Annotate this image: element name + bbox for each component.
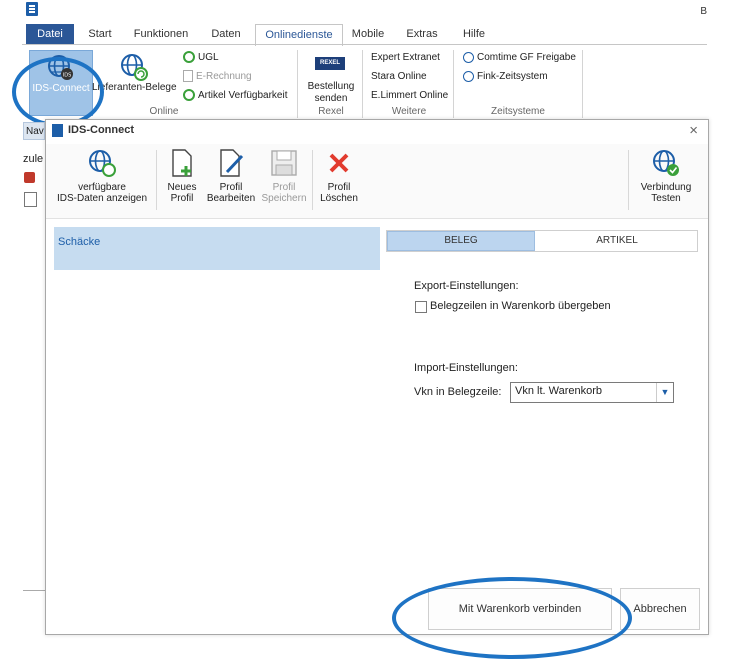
- sync-icon: [183, 51, 195, 64]
- bestellung-senden-button[interactable]: Bestellung senden: [303, 81, 359, 105]
- artikel-verfuegbarkeit-label: Artikel Verfügbarkeit: [198, 90, 288, 101]
- ribbon-divider: [22, 44, 707, 45]
- tab-datei[interactable]: Datei: [26, 24, 74, 44]
- highlight-ellipse: [392, 577, 632, 659]
- ids-daten-anzeigen-button[interactable]: verfügbare IDS-Daten anzeigen: [52, 148, 152, 204]
- dialog-toolbar: verfügbare IDS-Daten anzeigen Neues Prof…: [46, 144, 708, 219]
- comtime-gf-freigabe-button[interactable]: Comtime GF Freigabe: [463, 49, 576, 67]
- e-rechnung-button[interactable]: E-Rechnung: [183, 68, 252, 86]
- globe-refresh-icon: [121, 54, 148, 81]
- new-document-icon: [167, 148, 197, 178]
- export-heading: Export-Einstellungen:: [414, 280, 519, 292]
- profil-bearbeiten-button[interactable]: Profil Bearbeiten: [203, 148, 259, 204]
- toolbar-separator: [156, 150, 157, 210]
- fink-zeitsystem-button[interactable]: Fink-Zeitsystem: [463, 68, 548, 86]
- profil-loeschen-label-1: Profil: [327, 182, 351, 193]
- profil-loeschen-button[interactable]: Profil Löschen: [316, 148, 362, 204]
- profile-list: Schäcke: [54, 227, 380, 597]
- expert-extranet-button[interactable]: Expert Extranet: [371, 49, 440, 67]
- dialog-title-bar: IDS-Connect ×: [46, 120, 708, 142]
- nav-panel-tab[interactable]: Nav: [23, 122, 45, 140]
- abbrechen-button[interactable]: Abbrechen: [620, 588, 700, 630]
- toolbar-separator: [312, 150, 313, 210]
- ribbon-separator: [453, 50, 454, 118]
- vkn-select[interactable]: Vkn lt. Warenkorb ▼: [510, 382, 674, 403]
- group-label-online: Online: [149, 106, 179, 117]
- tab-onlinedienste[interactable]: Onlinedienste: [255, 24, 343, 46]
- edit-document-icon[interactable]: [24, 192, 37, 207]
- ribbon-separator: [362, 50, 363, 118]
- neues-profil-label-1: Neues: [167, 182, 197, 193]
- lock-icon[interactable]: [24, 172, 35, 183]
- window-corner-label: B: [700, 6, 707, 17]
- tab-beleg[interactable]: BELEG: [387, 231, 535, 251]
- sidebar-divider: [23, 590, 45, 591]
- belegzeilen-checkbox[interactable]: [415, 301, 427, 313]
- tab-extras[interactable]: Extras: [402, 24, 442, 44]
- vkn-select-value: Vkn lt. Warenkorb: [515, 385, 603, 397]
- group-label-weitere: Weitere: [391, 106, 427, 117]
- elimmert-online-button[interactable]: E.Limmert Online: [371, 87, 448, 105]
- app-icon: [52, 124, 63, 137]
- globe-refresh-icon: [87, 148, 117, 178]
- import-heading: Import-Einstellungen:: [414, 362, 518, 374]
- lieferanten-belege-button[interactable]: Lieferanten-Belege: [92, 82, 177, 93]
- profil-speichern-label-2: Speichern: [261, 193, 307, 204]
- toolbar-separator: [628, 150, 629, 210]
- ids-daten-label-2: IDS-Daten anzeigen: [56, 193, 148, 204]
- clock-check-icon: [463, 51, 474, 63]
- dialog-title: IDS-Connect: [68, 124, 134, 136]
- ugl-button[interactable]: UGL: [183, 49, 219, 67]
- close-button[interactable]: ×: [689, 122, 698, 139]
- verbindung-testen-label-2: Testen: [651, 193, 681, 204]
- bestellung-label-2: senden: [314, 93, 348, 104]
- tab-artikel[interactable]: ARTIKEL: [537, 231, 697, 251]
- belegzeilen-checkbox-label[interactable]: Belegzeilen in Warenkorb übergeben: [430, 300, 611, 312]
- profil-speichern-button[interactable]: Profil Speichern: [258, 148, 310, 204]
- vkn-label: Vkn in Belegzeile:: [414, 386, 502, 398]
- settings-tabs: BELEG ARTIKEL: [386, 230, 698, 252]
- edit-document-icon: [216, 148, 246, 178]
- tab-funktionen[interactable]: Funktionen: [130, 24, 192, 44]
- comtime-label: Comtime GF Freigabe: [477, 52, 576, 63]
- clock-icon: [463, 70, 474, 82]
- ugl-label: UGL: [198, 52, 219, 63]
- chevron-down-icon[interactable]: ▼: [656, 383, 673, 402]
- fink-label: Fink-Zeitsystem: [477, 71, 548, 82]
- bestellung-label-1: Bestellung: [307, 81, 355, 92]
- document-icon: [183, 70, 193, 83]
- profil-bearbeiten-label-2: Bearbeiten: [206, 193, 256, 204]
- tab-hilfe[interactable]: Hilfe: [456, 24, 492, 44]
- delete-icon: [324, 148, 354, 178]
- artikel-verfuegbarkeit-button[interactable]: Artikel Verfügbarkeit: [183, 87, 288, 105]
- globe-check-icon: [651, 148, 681, 178]
- neues-profil-button[interactable]: Neues Profil: [160, 148, 204, 204]
- app-icon: [26, 2, 38, 16]
- verbindung-testen-button[interactable]: Verbindung Testen: [634, 148, 698, 204]
- profil-bearbeiten-label-1: Profil: [219, 182, 243, 193]
- ribbon-separator: [582, 50, 583, 118]
- highlight-ellipse: [12, 57, 104, 127]
- profil-loeschen-label-2: Löschen: [320, 193, 358, 204]
- refresh-icon: [183, 89, 195, 102]
- group-label-rexel: Rexel: [318, 106, 344, 117]
- group-label-zeitsysteme: Zeitsysteme: [491, 106, 545, 117]
- list-item[interactable]: Schäcke: [54, 227, 380, 270]
- e-rechnung-label: E-Rechnung: [196, 71, 252, 82]
- save-icon: [269, 148, 299, 178]
- profil-speichern-label-1: Profil: [272, 182, 296, 193]
- tab-mobile[interactable]: Mobile: [348, 24, 388, 44]
- tab-start[interactable]: Start: [80, 24, 120, 44]
- ribbon-separator: [297, 50, 298, 118]
- stara-online-button[interactable]: Stara Online: [371, 68, 427, 86]
- tab-daten[interactable]: Daten: [204, 24, 248, 44]
- ids-daten-label-1: verfügbare: [78, 182, 126, 193]
- sidebar-fragment-label: zule: [23, 153, 44, 165]
- rexel-logo: REXEL: [315, 57, 345, 70]
- ids-connect-dialog: IDS-Connect × verfügbare IDS-Daten anzei…: [45, 119, 709, 635]
- verbindung-testen-label-1: Verbindung: [640, 182, 692, 193]
- neues-profil-label-2: Profil: [170, 193, 194, 204]
